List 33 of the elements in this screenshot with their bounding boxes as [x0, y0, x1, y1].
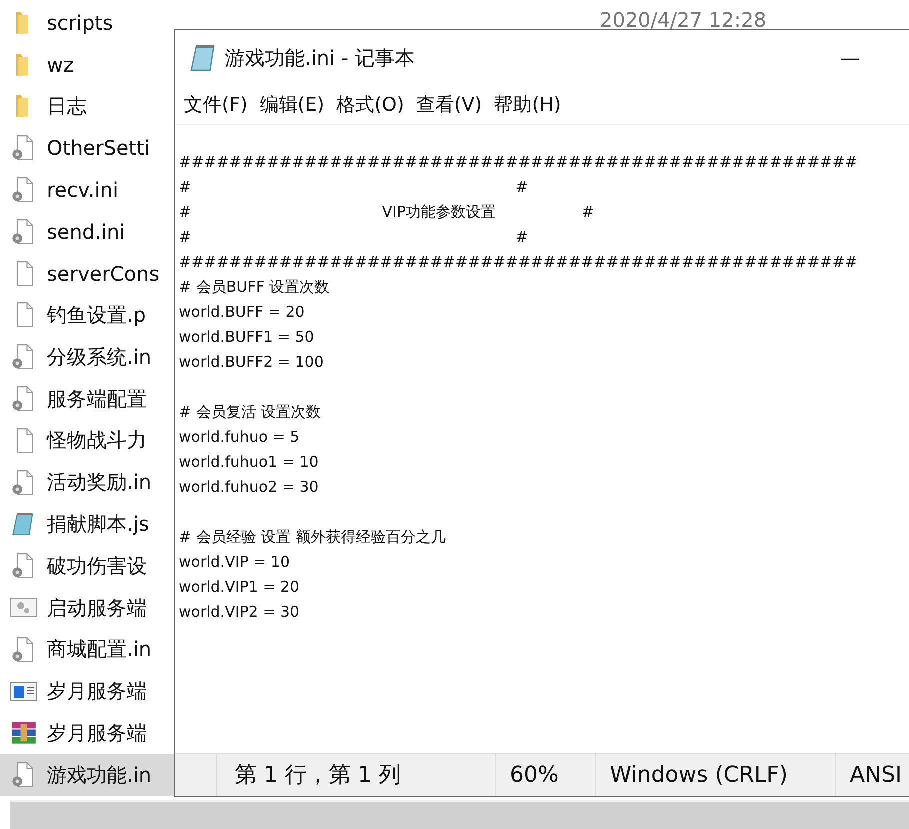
status-text: 第 1 行，第 1 列 [235, 762, 401, 790]
file-item[interactable]: recv.ini [0, 169, 174, 211]
file-item[interactable]: 商城配置.in [0, 628, 174, 671]
menu-item[interactable]: 帮助(H) [489, 90, 566, 120]
modified-date: 2020/4/27 12:28 [600, 8, 767, 32]
file-item[interactable]: wz [0, 44, 174, 86]
menu-item[interactable]: 编辑(E) [254, 90, 330, 120]
file-item[interactable]: 钓鱼设置.p [0, 294, 174, 336]
file-item[interactable]: 启动服务端 [0, 587, 174, 629]
status-text: ANSI [850, 762, 902, 788]
menu-item[interactable]: 查看(V) [411, 90, 488, 120]
menu-item[interactable]: 格式(O) [332, 90, 410, 120]
file-item[interactable]: send.ini [0, 210, 174, 253]
status-text: Windows (CRLF) [610, 762, 788, 788]
file-item[interactable]: 岁月服务端 [0, 712, 174, 754]
file-content: ###################################################### # # # VIP功能参数设置 # # # ###################################################### # 会员BUFF 设置次数 world.BUFF = 20 world.BUFF1 = 50 world.BUFF2 = 100 # 会员复活 设置次数 world.fuhuo = 5 world.fuhuo1 = 10 world.fuhuo2 = 30 # 会员经验 设置 额外获得经验百分之几 world.VIP = 10 world.VIP1 = 20 world.VIP2 = 30 [179, 152, 859, 623]
file-item[interactable]: 捐献脚本.js [0, 504, 174, 546]
menu-item[interactable]: 文件(F) [179, 90, 253, 120]
file-item[interactable]: 活动奖励.in [0, 462, 174, 504]
archive-books-icon [10, 720, 38, 746]
file-item[interactable]: 服务端配置 [0, 378, 174, 420]
file-item[interactable]: scripts [0, 2, 174, 44]
file-item[interactable]: serverCons [0, 252, 174, 295]
file-item[interactable]: 破功伤害设 [0, 545, 174, 588]
file-item[interactable]: 分级系统.in [0, 336, 174, 378]
file-item[interactable]: 日志 [0, 86, 174, 128]
file-item[interactable]: 怪物战斗力 [0, 420, 174, 462]
status-text: 60% [510, 762, 559, 788]
window-title: 游戏功能.ini - 记事本 [225, 44, 416, 72]
file-item[interactable]: 岁月服务端 [0, 670, 174, 713]
minimize-button[interactable]: — [831, 44, 869, 72]
file-item[interactable]: 游戏功能.in [0, 754, 174, 796]
file-item[interactable]: OtherSetti [0, 127, 174, 170]
